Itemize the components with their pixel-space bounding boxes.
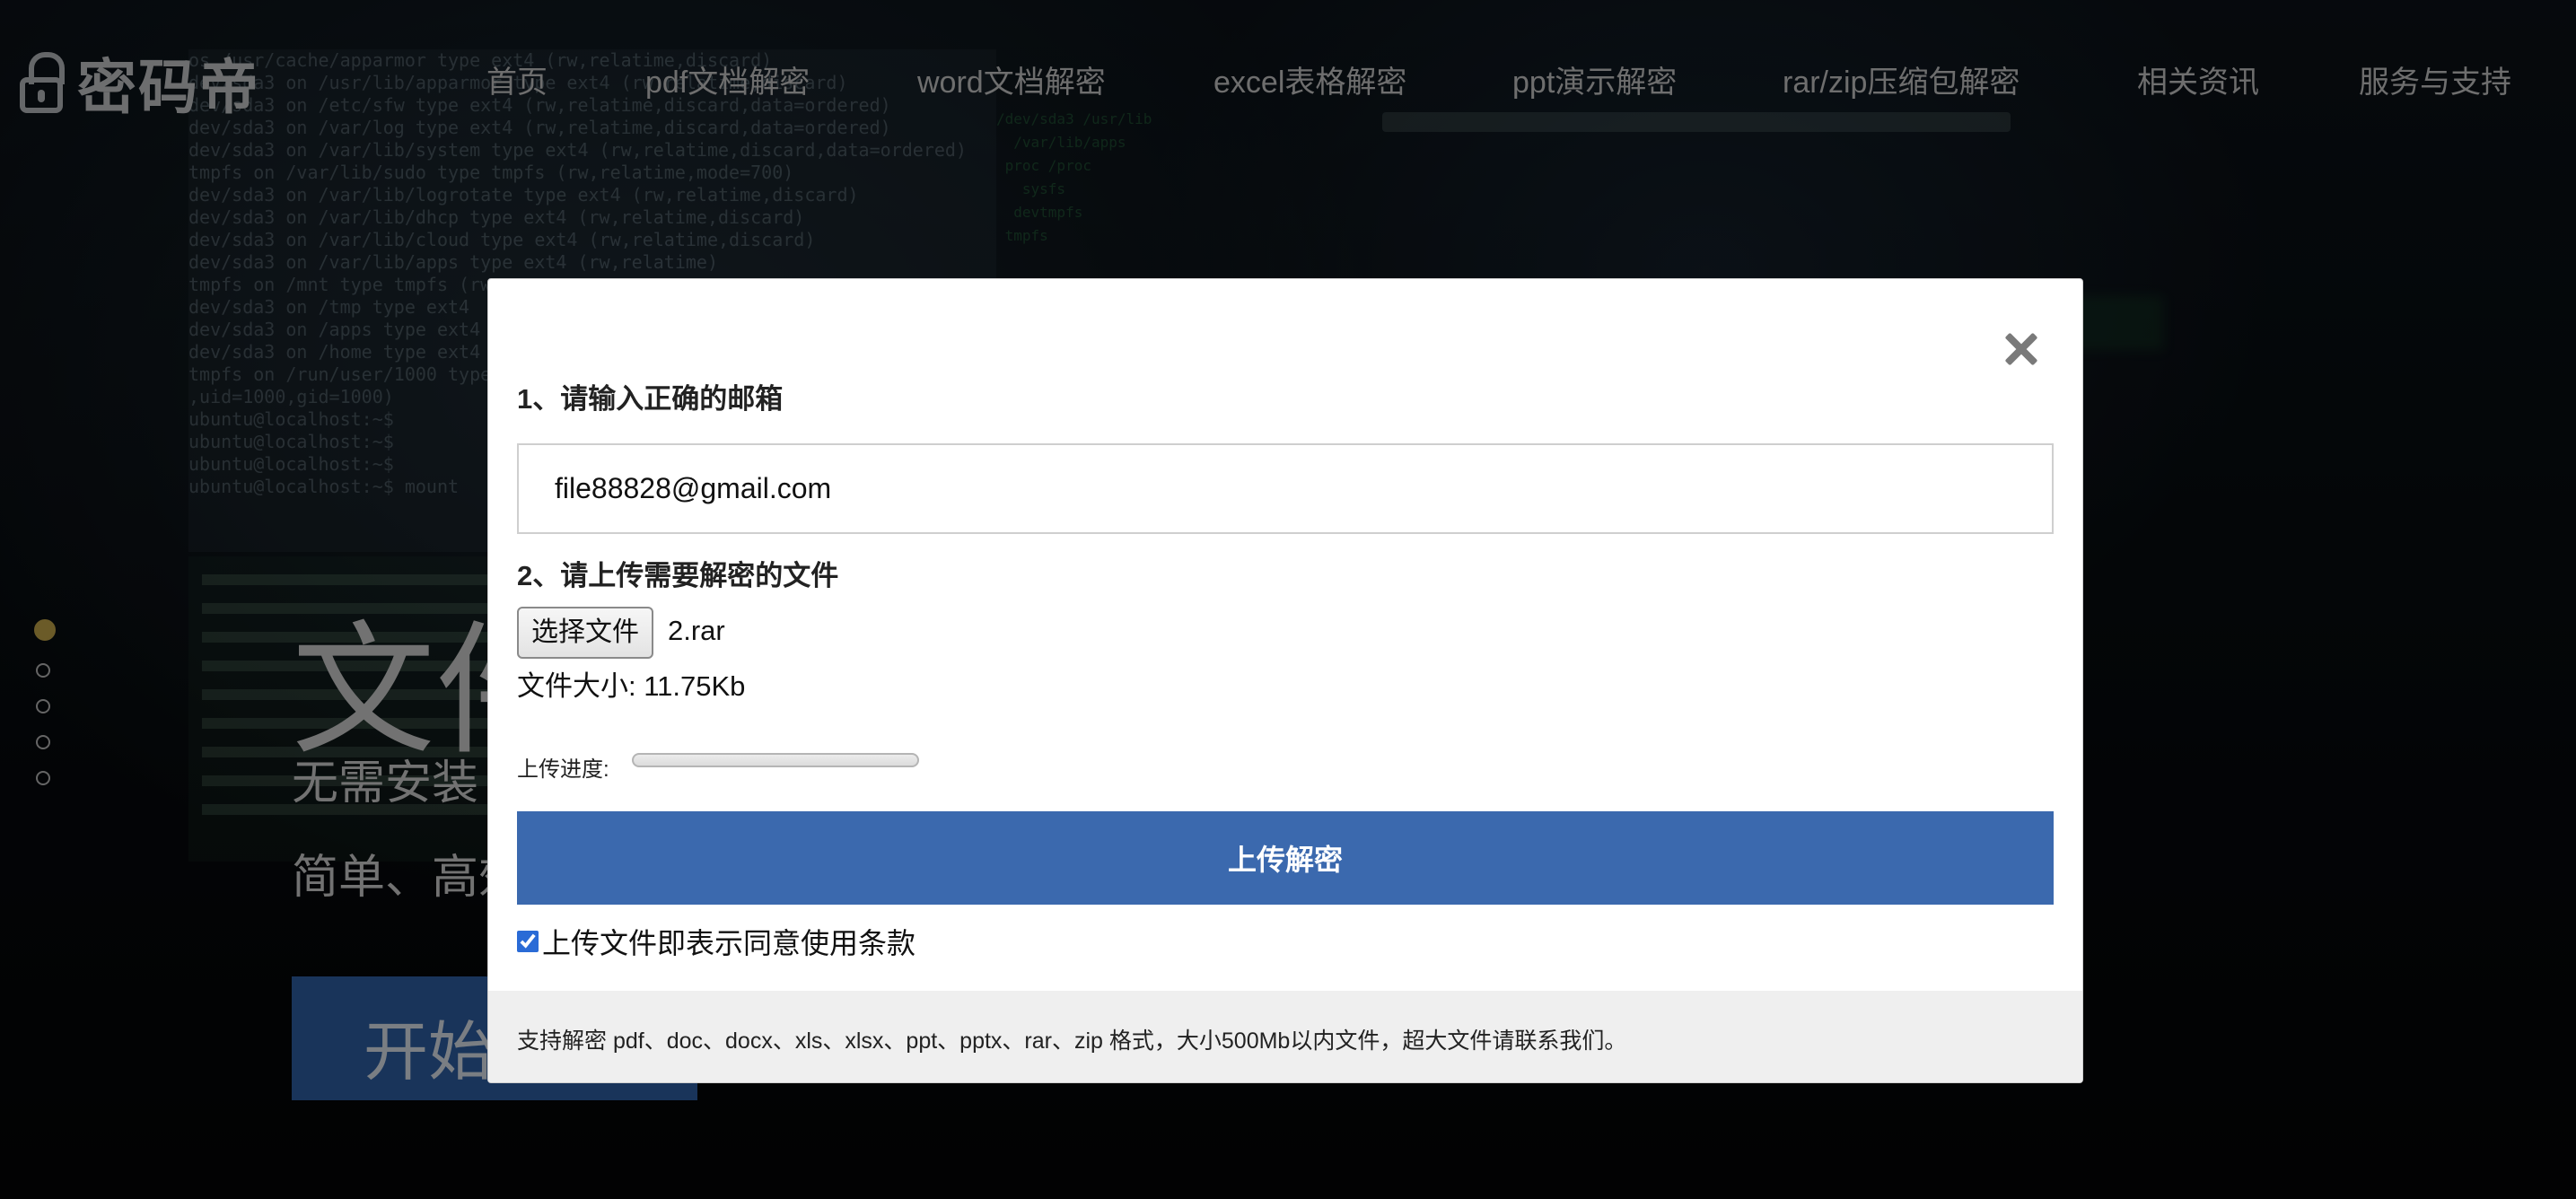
choose-file-button[interactable]: 选择文件 — [517, 607, 653, 659]
terms-text: 上传文件即表示同意使用条款 — [542, 927, 916, 959]
close-icon[interactable] — [2003, 331, 2039, 367]
email-step-label: 1、请输入正确的邮箱 — [517, 383, 784, 415]
upload-progress-bar — [632, 753, 919, 767]
selected-file-name: 2.rar — [668, 615, 725, 646]
terms-agreement[interactable]: 上传文件即表示同意使用条款 — [517, 922, 916, 961]
progress-label: 上传进度: — [517, 757, 609, 782]
email-input[interactable] — [517, 443, 2054, 534]
upload-decrypt-button[interactable]: 上传解密 — [517, 811, 2054, 905]
file-size-text: 文件大小: 11.75Kb — [517, 670, 746, 702]
dialog-footer: 支持解密 pdf、doc、docx、xls、xlsx、ppt、pptx、rar、… — [488, 991, 2082, 1082]
supported-formats-note: 支持解密 pdf、doc、docx、xls、xlsx、ppt、pptx、rar、… — [517, 1028, 1627, 1054]
terms-checkbox[interactable] — [517, 931, 539, 952]
file-step-label: 2、请上传需要解密的文件 — [517, 560, 839, 591]
upload-dialog: 1、请输入正确的邮箱 2、请上传需要解密的文件 选择文件 2.rar 文件大小:… — [487, 278, 2083, 1083]
